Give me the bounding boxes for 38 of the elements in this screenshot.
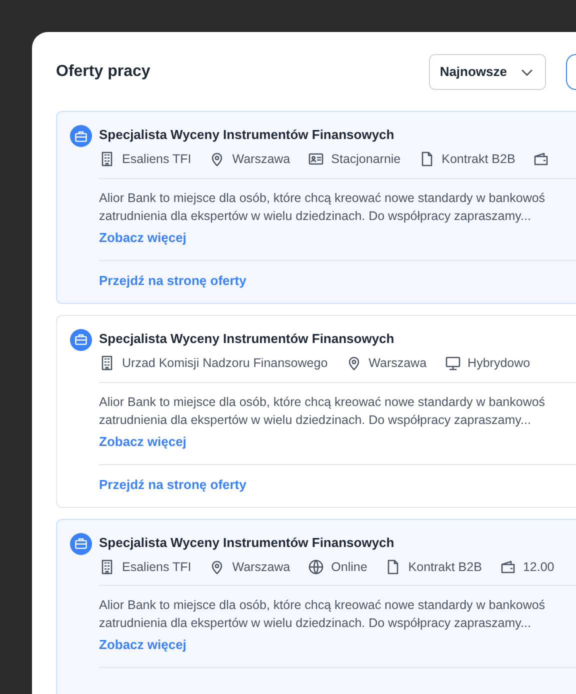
job-detail: Warszawa xyxy=(232,151,290,168)
job-description: Alior Bank to miejsce dla osób, które chcą kreować nowe standardy w bankowoś zatrudnienia dla ekspertów w wielu dziedzinach. Do współpracy zapraszamy... xyxy=(99,394,546,428)
job-detail: Stacjonarnie xyxy=(331,151,401,168)
job-title: Specjalista Wyceny Instrumentów Finansowych xyxy=(99,126,396,144)
chevron-down-icon xyxy=(521,68,533,76)
job-title: Specjalista Wyceny Instrumentów Finansowych xyxy=(99,330,396,348)
briefcase-icon xyxy=(70,125,92,147)
job-detail: Urzad Komisji Nadzoru Finansowego xyxy=(122,354,328,372)
job-detail: Kontrakt B2B xyxy=(442,151,516,168)
job-detail: Kontrakt B2B xyxy=(408,558,482,576)
wallet-icon xyxy=(500,558,516,575)
job-detail: Warszawa xyxy=(368,354,427,372)
round-button[interactable] xyxy=(566,54,576,90)
building-icon xyxy=(99,355,115,372)
job-description: Alior Bank to miejsce dla osób, które chcą kreować nowe standardy w bankowoś zatrudnienia dla ekspertów w wielu dziedzinach. Do współpracy zapraszamy... xyxy=(99,190,546,225)
job-detail: Hybrydowo xyxy=(468,354,530,372)
sort-dropdown[interactable]: Najnowsze xyxy=(428,54,546,90)
page-title: Oferty pracy xyxy=(56,62,150,82)
job-description: Alior Bank to miejsce dla osób, które chcą kreować nowe standardy w bankowoś zatrudnienia dla ekspertów w wielu dziedzinach. Do współpracy zapraszamy... xyxy=(99,597,546,632)
see-more-link[interactable]: Zobacz więcej xyxy=(99,228,186,248)
briefcase-icon xyxy=(70,532,92,554)
building-icon xyxy=(99,558,115,575)
job-detail: Warszawa xyxy=(232,558,290,576)
building-icon xyxy=(99,151,115,168)
briefcase-icon xyxy=(70,328,92,351)
job-detail: Online xyxy=(331,558,368,576)
see-more-link[interactable]: Zobacz więcej xyxy=(99,635,186,655)
job-detail: Esaliens TFI xyxy=(122,151,192,168)
offer-page-link[interactable]: Przejdź na stronę oferty xyxy=(99,270,246,290)
job-detail: 12.00 xyxy=(522,558,554,576)
job-title: Specjalista Wyceny Instrumentów Finansowych xyxy=(99,534,396,552)
see-more-link[interactable]: Zobacz więcej xyxy=(99,432,186,451)
monitor-icon xyxy=(444,355,461,372)
offer-page-link[interactable]: Przejdź na stronę oferty xyxy=(99,474,246,494)
wallet-icon xyxy=(533,151,550,168)
job-detail: Esaliens TFI xyxy=(122,558,192,576)
id-card-icon xyxy=(308,151,324,168)
globe-icon xyxy=(308,558,324,575)
